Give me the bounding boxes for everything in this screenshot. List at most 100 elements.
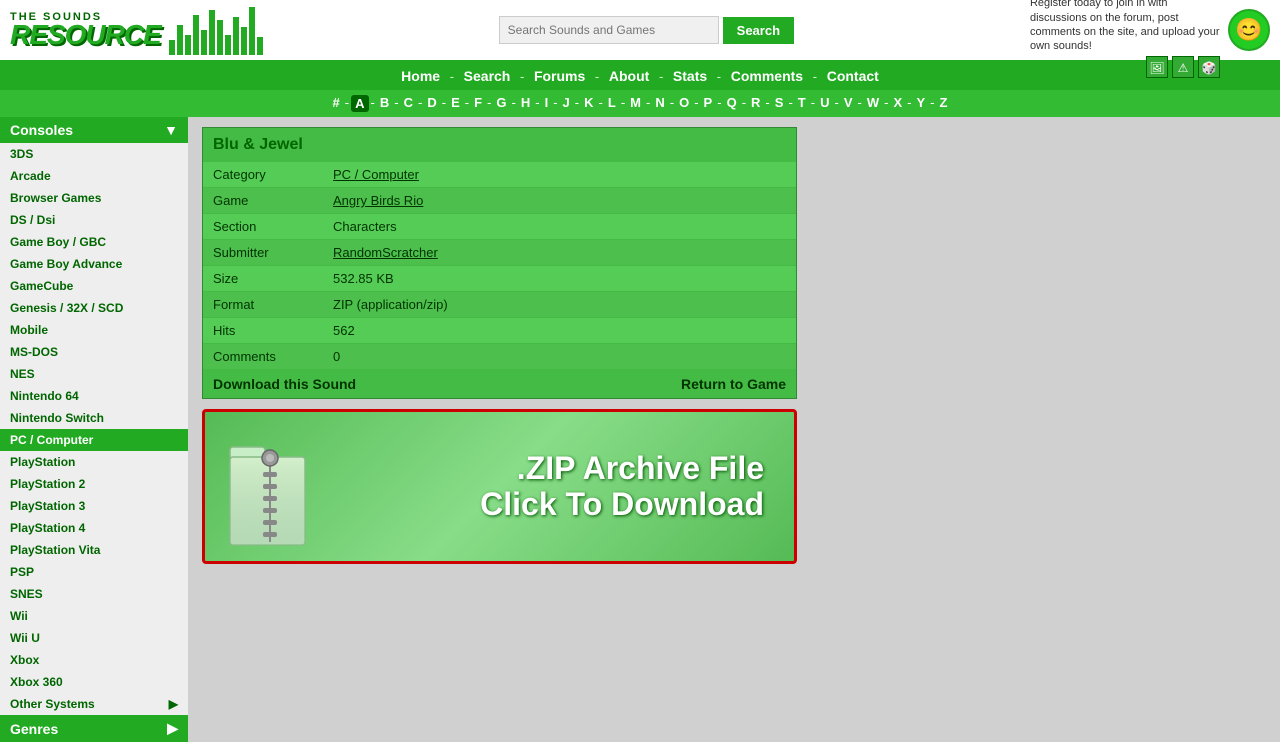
sidebar-item-mobile[interactable]: Mobile	[0, 319, 188, 341]
consoles-header[interactable]: Consoles ▼	[0, 117, 188, 143]
main-layout: Consoles ▼ 3DS Arcade Browser Games DS /…	[0, 117, 1280, 742]
nav-about[interactable]: About	[609, 68, 649, 84]
sidebar-item-ps3[interactable]: PlayStation 3	[0, 495, 188, 517]
alpha-P[interactable]: P	[701, 95, 716, 112]
banner-line1: .ZIP Archive File	[315, 451, 764, 486]
alpha-W[interactable]: W	[864, 95, 882, 112]
sidebar-item-other[interactable]: Other Systems ▶	[0, 693, 188, 715]
field-value: Angry Birds Rio	[323, 188, 796, 214]
table-row: Section Characters	[203, 214, 796, 240]
alpha-T[interactable]: T	[795, 95, 809, 112]
sidebar-item-pc[interactable]: PC / Computer	[0, 429, 188, 451]
alpha-Z[interactable]: Z	[936, 95, 950, 112]
eq-bar	[217, 20, 223, 55]
alpha-H[interactable]: H	[518, 95, 533, 112]
alpha-J[interactable]: J	[560, 95, 573, 112]
return-to-game-link[interactable]: Return to Game	[681, 376, 786, 392]
nav-forums[interactable]: Forums	[534, 68, 585, 84]
field-value: PC / Computer	[323, 162, 796, 188]
sidebar-item-gba[interactable]: Game Boy Advance	[0, 253, 188, 275]
sidebar-item-browser-games[interactable]: Browser Games	[0, 187, 188, 209]
nav-search[interactable]: Search	[464, 68, 511, 84]
alpha-R[interactable]: R	[748, 95, 763, 112]
submitter-link[interactable]: RandomScratcher	[333, 245, 438, 260]
sidebar-item-switch[interactable]: Nintendo Switch	[0, 407, 188, 429]
alpha-K[interactable]: K	[581, 95, 596, 112]
eq-bar	[233, 17, 239, 55]
sidebar-item-msdos[interactable]: MS-DOS	[0, 341, 188, 363]
search-input[interactable]	[499, 16, 719, 44]
sidebar-item-xbox[interactable]: Xbox	[0, 649, 188, 671]
search-area: Search	[499, 16, 794, 44]
nav-comments[interactable]: Comments	[731, 68, 803, 84]
alpha-I[interactable]: I	[542, 95, 552, 112]
field-value: Characters	[323, 214, 796, 240]
alpha-U[interactable]: U	[817, 95, 832, 112]
sidebar-item-xbox360[interactable]: Xbox 360	[0, 671, 188, 693]
sidebar-item-3ds[interactable]: 3DS	[0, 143, 188, 165]
eq-bar	[249, 7, 255, 55]
sidebar-item-ps4[interactable]: PlayStation 4	[0, 517, 188, 539]
nav-stats[interactable]: Stats	[673, 68, 707, 84]
table-row: Comments 0	[203, 344, 796, 370]
table-row: Submitter RandomScratcher	[203, 240, 796, 266]
sidebar-item-gamecube[interactable]: GameCube	[0, 275, 188, 297]
alpha-O[interactable]: O	[676, 95, 692, 112]
alpha-V[interactable]: V	[841, 95, 856, 112]
sidebar-item-ds-dsi[interactable]: DS / Dsi	[0, 209, 188, 231]
sidebar-item-wii[interactable]: Wii	[0, 605, 188, 627]
field-label: Format	[203, 292, 323, 318]
sound-title: Blu & Jewel	[203, 128, 796, 162]
sidebar-item-psvita[interactable]: PlayStation Vita	[0, 539, 188, 561]
nav-home[interactable]: Home	[401, 68, 440, 84]
field-label: Size	[203, 266, 323, 292]
search-button[interactable]: Search	[723, 17, 794, 44]
alpha-N[interactable]: N	[652, 95, 667, 112]
alpha-A[interactable]: A	[351, 95, 368, 112]
logo-main-text: RESOURCE	[10, 21, 161, 49]
eq-bar	[257, 37, 263, 55]
sidebar-item-arcade[interactable]: Arcade	[0, 165, 188, 187]
avatar: 😊	[1228, 9, 1270, 51]
game-link[interactable]: Angry Birds Rio	[333, 193, 423, 208]
sidebar-item-ps2[interactable]: PlayStation 2	[0, 473, 188, 495]
alpha-C[interactable]: C	[401, 95, 416, 112]
sidebar-item-gbc[interactable]: Game Boy / GBC	[0, 231, 188, 253]
alpha-M[interactable]: M	[627, 95, 644, 112]
sidebar-item-nes[interactable]: NES	[0, 363, 188, 385]
sidebar-item-n64[interactable]: Nintendo 64	[0, 385, 188, 407]
zip-icon	[225, 422, 315, 552]
table-row: Category PC / Computer	[203, 162, 796, 188]
chevron-down-icon: ▼	[164, 122, 178, 138]
field-value: 0	[323, 344, 796, 370]
alpha-Q[interactable]: Q	[724, 95, 740, 112]
logo[interactable]: THE SOUNDS RESOURCE	[10, 11, 161, 49]
alpha-Y[interactable]: Y	[913, 95, 928, 112]
eq-bar	[177, 25, 183, 55]
arrow-right-icon: ▶	[169, 697, 178, 711]
genres-header[interactable]: Genres ▶	[0, 715, 188, 742]
sidebar-item-snes[interactable]: SNES	[0, 583, 188, 605]
sidebar-item-ps1[interactable]: PlayStation	[0, 451, 188, 473]
alpha-E[interactable]: E	[448, 95, 463, 112]
nav-contact[interactable]: Contact	[827, 68, 879, 84]
alpha-S[interactable]: S	[772, 95, 787, 112]
download-banner[interactable]: .ZIP Archive File Click To Download	[202, 409, 797, 564]
alpha-B[interactable]: B	[377, 95, 392, 112]
warning-icon[interactable]: ⚠	[1172, 56, 1194, 78]
sidebar-item-wiiu[interactable]: Wii U	[0, 627, 188, 649]
alpha-hash[interactable]: #	[330, 95, 343, 112]
alpha-D[interactable]: D	[424, 95, 439, 112]
sidebar-item-genesis[interactable]: Genesis / 32X / SCD	[0, 297, 188, 319]
field-value: 562	[323, 318, 796, 344]
alpha-L[interactable]: L	[605, 95, 619, 112]
content: Blu & Jewel Category PC / Computer Game …	[188, 117, 1280, 742]
image-icon[interactable]: 🖼	[1146, 56, 1168, 78]
cube-icon[interactable]: 🎲	[1198, 56, 1220, 78]
alpha-G[interactable]: G	[493, 95, 509, 112]
field-value: ZIP (application/zip)	[323, 292, 796, 318]
sidebar-item-psp[interactable]: PSP	[0, 561, 188, 583]
alpha-X[interactable]: X	[890, 95, 905, 112]
alpha-F[interactable]: F	[471, 95, 485, 112]
category-link[interactable]: PC / Computer	[333, 167, 419, 182]
